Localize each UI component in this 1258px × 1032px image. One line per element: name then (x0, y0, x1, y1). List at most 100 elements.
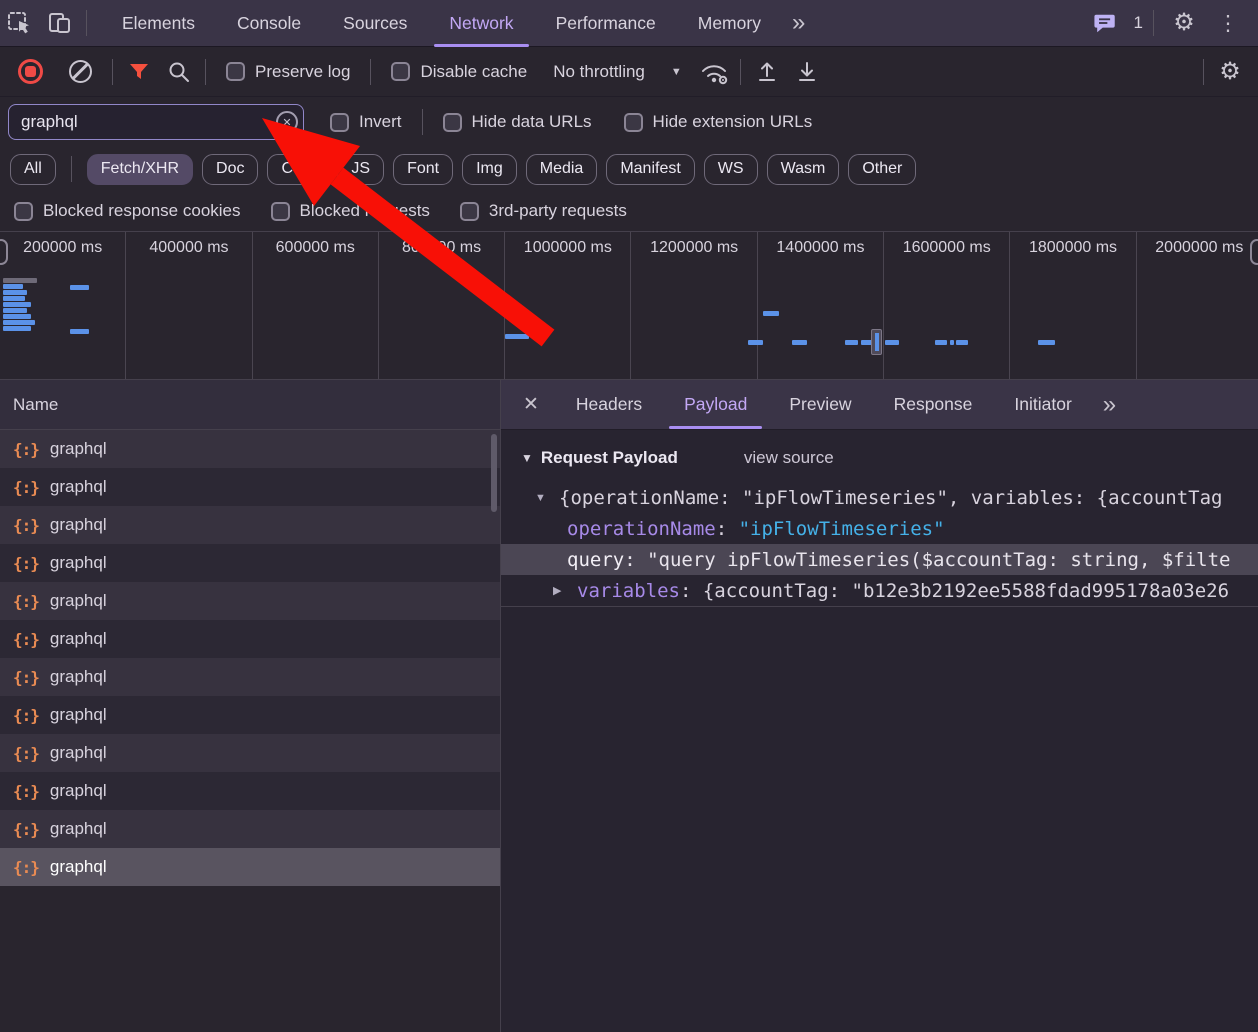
more-tabs-icon[interactable]: » (782, 11, 815, 35)
settings-gear-icon[interactable]: ⚙ (1164, 3, 1204, 43)
chip-font[interactable]: Font (393, 154, 453, 185)
payload-line[interactable]: operationName: "ipFlowTimeseries" (501, 513, 1258, 544)
request-row[interactable]: {:}graphql (0, 468, 500, 506)
fetch-xhr-icon: {:} (13, 516, 39, 535)
tab-memory[interactable]: Memory (677, 0, 782, 47)
checkbox[interactable] (330, 113, 349, 132)
chip-ws[interactable]: WS (704, 154, 758, 185)
chip-media[interactable]: Media (526, 154, 598, 185)
hide-data-urls-checkbox[interactable]: Hide data URLs (443, 112, 592, 132)
payload-token: "ipFlowTimeseries" (739, 518, 945, 540)
export-har-icon[interactable] (787, 52, 827, 92)
payload-token: : (716, 518, 739, 540)
request-row[interactable]: {:}graphql (0, 582, 500, 620)
payload-line[interactable]: query: "query ipFlowTimeseries($accountT… (501, 544, 1258, 575)
name-column-header[interactable]: Name (0, 380, 500, 430)
3rd-party-requests-checkbox[interactable]: 3rd-party requests (460, 201, 627, 221)
request-row[interactable]: {:}graphql (0, 506, 500, 544)
overview-right-grip[interactable] (1250, 239, 1258, 265)
invert-checkbox[interactable]: Invert (330, 112, 402, 132)
details-tab-response[interactable]: Response (873, 380, 994, 429)
request-row[interactable]: {:}graphql (0, 658, 500, 696)
chip-other[interactable]: Other (848, 154, 916, 185)
tab-elements[interactable]: Elements (101, 0, 216, 47)
details-tab-payload[interactable]: Payload (663, 380, 768, 429)
record-network-log-icon[interactable] (18, 59, 43, 84)
chip-manifest[interactable]: Manifest (606, 154, 694, 185)
expand-disclosure-icon[interactable]: ▶ (553, 584, 571, 597)
checkbox[interactable] (271, 202, 290, 221)
request-name: graphql (50, 553, 107, 573)
request-row[interactable]: {:}graphql (0, 772, 500, 810)
timeline-request-bar (845, 340, 858, 345)
issues-icon[interactable] (1086, 3, 1126, 43)
import-har-icon[interactable] (747, 52, 787, 92)
payload-line[interactable]: ▼{operationName: "ipFlowTimeseries", var… (501, 482, 1258, 513)
label: Blocked response cookies (43, 201, 241, 221)
checkbox[interactable] (443, 113, 462, 132)
hide-extension-urls-checkbox[interactable]: Hide extension URLs (624, 112, 813, 132)
device-toolbar-icon[interactable] (40, 3, 80, 43)
kebab-menu-icon[interactable]: ⋮ (1208, 3, 1248, 43)
details-tab-preview[interactable]: Preview (768, 380, 872, 429)
clear-filter-icon[interactable]: ✕ (276, 111, 298, 133)
inspect-element-icon[interactable] (0, 3, 40, 43)
throttling-dropdown[interactable]: No throttling ▼ (553, 62, 682, 82)
checkbox[interactable] (391, 62, 410, 81)
request-row[interactable]: {:}graphql (0, 734, 500, 772)
request-row[interactable]: {:}graphql (0, 848, 500, 886)
preserve-log-checkbox[interactable]: Preserve log (226, 62, 350, 82)
network-settings-gear-icon[interactable]: ⚙ (1210, 52, 1250, 92)
disable-cache-checkbox[interactable]: Disable cache (391, 62, 527, 82)
scrollbar-thumb[interactable] (491, 434, 497, 512)
checkbox[interactable] (14, 202, 33, 221)
request-name: graphql (50, 591, 107, 611)
details-more-tabs-icon[interactable]: » (1093, 380, 1126, 429)
divider (1153, 10, 1154, 36)
chip-wasm[interactable]: Wasm (767, 154, 840, 185)
section-disclosure-icon[interactable]: ▼ (521, 451, 533, 465)
checkbox[interactable] (624, 113, 643, 132)
chip-js[interactable]: JS (337, 154, 384, 185)
timeline-request-bar (935, 340, 947, 345)
overview-left-grip[interactable] (0, 239, 8, 265)
payload-line[interactable]: ▶variables: {accountTag: "b12e3b2192ee55… (501, 575, 1258, 606)
network-overview-timeline[interactable]: 200000 ms400000 ms600000 ms800000 ms1000… (0, 232, 1258, 380)
search-icon[interactable] (159, 52, 199, 92)
tab-console[interactable]: Console (216, 0, 322, 47)
filter-input[interactable] (8, 104, 304, 140)
details-tab-initiator[interactable]: Initiator (993, 380, 1092, 429)
request-row[interactable]: {:}graphql (0, 620, 500, 658)
request-row[interactable]: {:}graphql (0, 544, 500, 582)
view-source-link[interactable]: view source (744, 448, 834, 468)
timeline-request-bar (885, 340, 899, 345)
close-details-icon[interactable]: ✕ (501, 380, 555, 429)
clear-network-log-icon[interactable] (69, 60, 92, 83)
blocked-response-cookies-checkbox[interactable]: Blocked response cookies (14, 201, 241, 221)
request-row[interactable]: {:}graphql (0, 430, 500, 468)
checkbox[interactable] (226, 62, 245, 81)
tab-network[interactable]: Network (428, 0, 534, 47)
chip-css[interactable]: CSS (267, 154, 328, 185)
tab-performance[interactable]: Performance (535, 0, 677, 47)
chip-all[interactable]: All (10, 154, 56, 185)
timeline-request-bar (956, 340, 968, 345)
blocked-requests-checkbox[interactable]: Blocked requests (271, 201, 430, 221)
fetch-xhr-icon: {:} (13, 820, 39, 839)
filter-input-wrap: ✕ (8, 104, 304, 140)
filter-icon[interactable] (119, 52, 159, 92)
divider (740, 59, 741, 85)
request-row[interactable]: {:}graphql (0, 696, 500, 734)
timeline-request-bar (3, 296, 25, 301)
checkbox[interactable] (460, 202, 479, 221)
collapse-disclosure-icon[interactable]: ▼ (535, 492, 553, 504)
chip-img[interactable]: Img (462, 154, 517, 185)
request-row[interactable]: {:}graphql (0, 810, 500, 848)
tab-sources[interactable]: Sources (322, 0, 428, 47)
details-tab-headers[interactable]: Headers (555, 380, 663, 429)
chip-fetch-xhr[interactable]: Fetch/XHR (87, 154, 193, 185)
network-conditions-icon[interactable] (694, 52, 734, 92)
chip-doc[interactable]: Doc (202, 154, 258, 185)
fetch-xhr-icon: {:} (13, 630, 39, 649)
request-details-panel: ✕ HeadersPayloadPreviewResponseInitiator… (500, 380, 1258, 1032)
